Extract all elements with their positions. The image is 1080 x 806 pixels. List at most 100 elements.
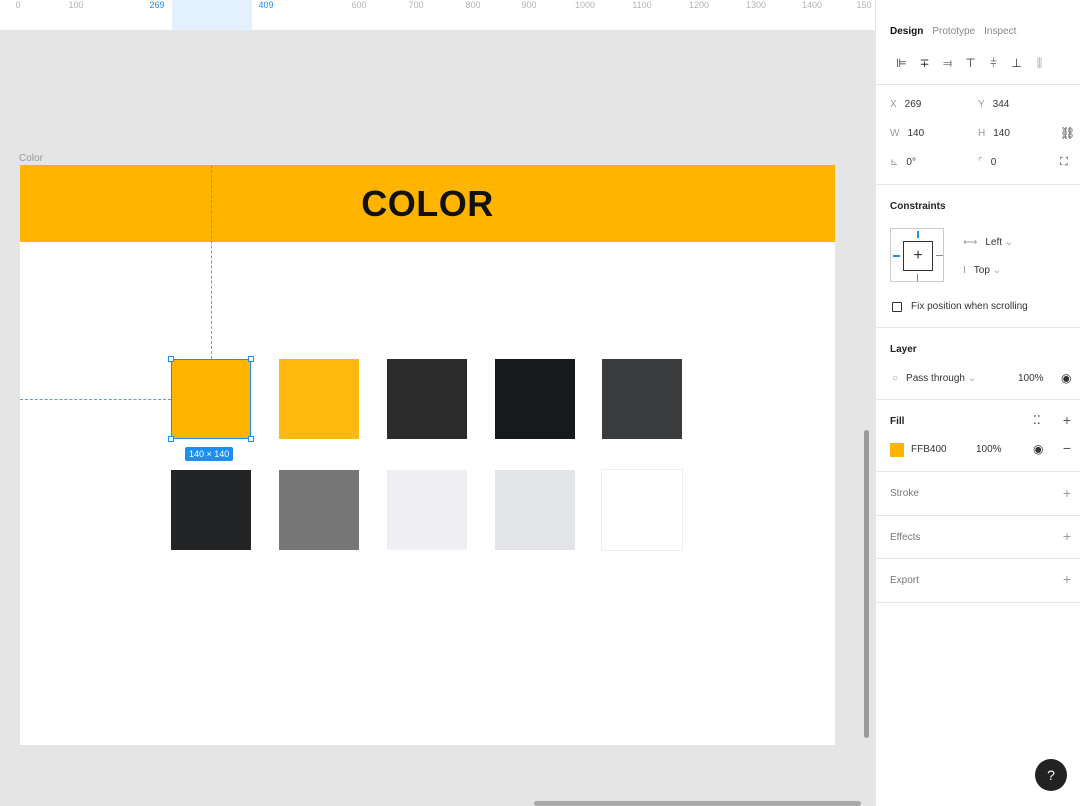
constraint-left-active[interactable] (893, 255, 900, 257)
layer-title: Layer (890, 344, 917, 355)
ruler-label: 1100 (632, 0, 652, 10)
swatch-2-5[interactable] (602, 470, 682, 550)
selection-size-badge: 140 × 140 (185, 447, 234, 461)
divider (876, 515, 1080, 516)
fill-color-swatch[interactable] (890, 443, 904, 457)
constraints-widget[interactable]: + (890, 228, 944, 282)
horizontal-constraint-select[interactable]: ⟷ Left ⌄ (963, 237, 1013, 248)
tab-inspect[interactable]: Inspect (984, 26, 1016, 37)
align-center-horizontal-icon[interactable]: ∓ (913, 56, 936, 71)
selection-outline (171, 359, 251, 439)
horizontal-scrollbar[interactable] (534, 801, 861, 806)
divider (876, 558, 1080, 559)
align-right-icon[interactable]: ⫤ (936, 56, 959, 71)
align-toolbar: ⊫ ∓ ⫤ ⊤ ⫩ ⊥ ⫼ (890, 56, 1051, 71)
y-field[interactable]: Y 344 (978, 99, 1009, 110)
color-frame[interactable] (20, 165, 835, 745)
banner-title: COLOR (361, 182, 494, 224)
add-fill-icon[interactable]: + (1063, 412, 1071, 428)
ruler-label: 900 (521, 0, 537, 10)
layer-visibility-eye-icon[interactable]: ◉ (1061, 371, 1071, 385)
effects-title: Effects (890, 532, 921, 543)
resize-handle-top-right[interactable] (248, 356, 254, 362)
constraint-right[interactable] (936, 255, 943, 256)
vertical-constraint-select[interactable]: I Top ⌄ (963, 265, 1001, 276)
constraint-bottom[interactable] (917, 274, 918, 281)
measure-guide-horizontal (20, 399, 171, 400)
constraint-top-active[interactable] (917, 231, 919, 238)
stroke-title: Stroke (890, 488, 919, 499)
ruler-label: 0 (15, 0, 21, 10)
align-center-vertical-icon[interactable]: ⫩ (982, 56, 1005, 71)
independent-corners-icon[interactable]: ⛶ (1060, 156, 1068, 169)
fix-position-checkbox[interactable] (892, 302, 902, 312)
frame-name-label[interactable]: Color (19, 153, 43, 164)
swatch-2-2[interactable] (279, 470, 359, 550)
align-bottom-icon[interactable]: ⊥ (1005, 56, 1028, 71)
rotation-field[interactable]: ⊾ 0° (890, 157, 916, 168)
distribute-icon[interactable]: ⫼ (1028, 56, 1051, 71)
swatch-1-4[interactable] (495, 359, 575, 439)
fill-opacity-field[interactable]: 100% (976, 444, 1002, 455)
top-ruler: 0 100 269 409 600 700 800 900 1000 1100 … (0, 0, 875, 31)
swatch-1-2[interactable] (279, 359, 359, 439)
swatch-2-1[interactable] (171, 470, 251, 550)
ruler-label: 1200 (688, 0, 710, 10)
align-left-icon[interactable]: ⊫ (890, 56, 913, 71)
ruler-label: 600 (351, 0, 367, 10)
divider (876, 471, 1080, 472)
ruler-label: 409 (258, 0, 274, 10)
swatch-1-5[interactable] (602, 359, 682, 439)
ruler-label: 1300 (745, 0, 767, 10)
divider (876, 84, 1080, 85)
vertical-constraint-icon: I (963, 265, 966, 276)
ruler-label: 269 (149, 0, 165, 10)
color-banner[interactable]: COLOR (20, 165, 835, 242)
ruler-label: 1400 (801, 0, 823, 10)
constraint-center-plus-icon[interactable]: + (903, 241, 933, 271)
swatch-2-4[interactable] (495, 470, 575, 550)
swatch-1-3[interactable] (387, 359, 467, 439)
resize-handle-bottom-right[interactable] (248, 436, 254, 442)
corner-radius-field[interactable]: ⌜ 0 (978, 157, 996, 168)
add-stroke-icon[interactable]: + (1063, 485, 1071, 501)
blend-mode-icon: ○ (892, 373, 899, 384)
ruler-label: 800 (465, 0, 481, 10)
fill-title: Fill (890, 416, 905, 427)
ruler-selection-range (172, 0, 252, 30)
divider (876, 184, 1080, 185)
add-export-icon[interactable]: + (1063, 571, 1071, 587)
fill-hex-field[interactable]: FFB400 (911, 444, 947, 455)
ruler-label: 700 (408, 0, 424, 10)
w-field[interactable]: W 140 (890, 128, 924, 139)
fix-position-label: Fix position when scrolling (911, 301, 1028, 312)
panel-tabs: Design Prototype Inspect (890, 26, 1016, 37)
tab-design[interactable]: Design (890, 26, 923, 37)
constraints-title: Constraints (890, 201, 946, 212)
tab-prototype[interactable]: Prototype (932, 26, 975, 37)
help-button[interactable]: ? (1035, 759, 1067, 791)
blend-mode-select[interactable]: ○ Pass through ⌄ (892, 373, 976, 384)
h-field[interactable]: H 140 (978, 128, 1010, 139)
swatch-2-3[interactable] (387, 470, 467, 550)
style-grid-icon[interactable]: ⁚⁚ (1033, 413, 1041, 427)
align-top-icon[interactable]: ⊤ (959, 56, 982, 71)
ruler-label: 100 (68, 0, 84, 10)
layer-opacity-field[interactable]: 100% (1018, 373, 1044, 384)
x-field[interactable]: X 269 (890, 99, 921, 110)
ruler-label: 1000 (574, 0, 596, 10)
fill-visibility-eye-icon[interactable]: ◉ (1033, 442, 1043, 456)
ruler-label: 150 (856, 0, 872, 10)
horizontal-constraint-icon: ⟷ (963, 237, 978, 248)
divider (876, 399, 1080, 400)
remove-fill-icon[interactable]: − (1063, 440, 1071, 456)
properties-panel: Design Prototype Inspect ⊫ ∓ ⫤ ⊤ ⫩ ⊥ ⫼ X… (875, 0, 1080, 806)
rotation-icon: ⊾ (890, 157, 899, 168)
corner-radius-icon: ⌜ (978, 157, 983, 168)
add-effect-icon[interactable]: + (1063, 528, 1071, 544)
vertical-scrollbar[interactable] (864, 430, 869, 738)
constrain-proportions-icon[interactable]: ⛓ (1060, 126, 1075, 140)
resize-handle-top-left[interactable] (168, 356, 174, 362)
export-title: Export (890, 575, 919, 586)
resize-handle-bottom-left[interactable] (168, 436, 174, 442)
